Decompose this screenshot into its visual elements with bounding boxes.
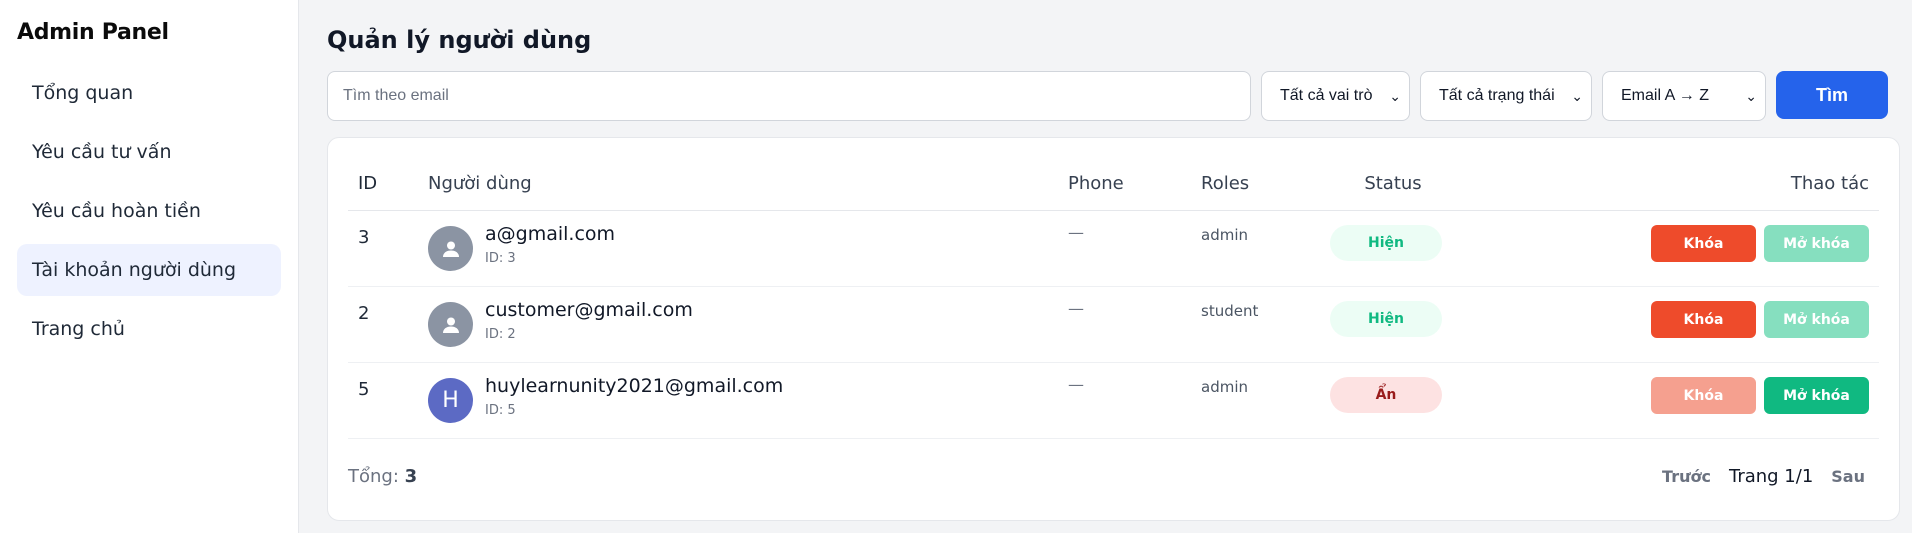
row-role: admin bbox=[1201, 226, 1248, 244]
user-id-sub: ID: 2 bbox=[485, 327, 516, 342]
lock-button[interactable]: Khóa bbox=[1651, 377, 1756, 414]
search-button[interactable]: Tìm bbox=[1776, 71, 1888, 119]
user-id-sub: ID: 3 bbox=[485, 251, 516, 266]
users-table-card: ID Người dùng Phone Roles Status Thao tá… bbox=[327, 137, 1900, 521]
sort-select-value: Email A → Z bbox=[1621, 87, 1710, 104]
row-phone: — bbox=[1068, 223, 1084, 242]
status-select[interactable]: Tất cả trạng thái ⌄ bbox=[1420, 71, 1592, 121]
chevron-down-icon: ⌄ bbox=[1745, 87, 1757, 104]
header-status: Status bbox=[1364, 172, 1422, 194]
row-status: Hiện bbox=[1330, 299, 1456, 337]
page-indicator: Trang 1/1 bbox=[1728, 466, 1814, 487]
table-row: 5 H huylearnunity2021@gmail.com ID: 5 — … bbox=[348, 363, 1879, 439]
row-phone: — bbox=[1068, 375, 1084, 394]
role-select-value: Tất cả vai trò bbox=[1280, 87, 1373, 104]
sidebar-item-home[interactable]: Trang chủ bbox=[17, 303, 281, 355]
table-row: 3 a@gmail.com ID: 3 — admin Hiện Khóa Mở… bbox=[348, 211, 1879, 287]
unlock-button[interactable]: Mở khóa bbox=[1764, 377, 1869, 414]
search-input[interactable] bbox=[327, 71, 1251, 121]
table-header: ID Người dùng Phone Roles Status Thao tá… bbox=[348, 156, 1879, 211]
next-page-button[interactable]: Sau bbox=[1825, 463, 1871, 490]
row-id: 3 bbox=[358, 227, 370, 248]
row-role: student bbox=[1201, 302, 1259, 320]
lock-button[interactable]: Khóa bbox=[1651, 301, 1756, 338]
role-select[interactable]: Tất cả vai trò ⌄ bbox=[1261, 71, 1410, 121]
header-user: Người dùng bbox=[428, 172, 532, 194]
chevron-down-icon: ⌄ bbox=[1571, 87, 1583, 104]
pagination: Trước Trang 1/1 Sau bbox=[1656, 463, 1871, 490]
avatar bbox=[428, 302, 473, 347]
sidebar-item-consult-requests[interactable]: Yêu cầu tư vấn bbox=[17, 126, 281, 178]
sidebar-nav: Tổng quan Yêu cầu tư vấn Yêu cầu hoàn ti… bbox=[17, 67, 281, 355]
status-badge: Ẩn bbox=[1330, 377, 1442, 413]
person-icon bbox=[442, 241, 459, 257]
total-label: Tổng: bbox=[348, 466, 399, 487]
row-status: Ẩn bbox=[1330, 375, 1456, 413]
table-footer: Tổng: 3 Trước Trang 1/1 Sau bbox=[348, 463, 1871, 490]
user-id-sub: ID: 5 bbox=[485, 403, 516, 418]
total-value: 3 bbox=[404, 466, 418, 487]
row-user: a@gmail.com ID: 3 bbox=[428, 223, 1068, 271]
sidebar-item-user-accounts[interactable]: Tài khoản người dùng bbox=[17, 244, 281, 296]
row-role: admin bbox=[1201, 378, 1248, 396]
main-content: Quản lý người dùng Tất cả vai trò ⌄ Tất … bbox=[299, 0, 1912, 533]
table-row: 2 customer@gmail.com ID: 2 — student Hiệ… bbox=[348, 287, 1879, 363]
header-phone: Phone bbox=[1068, 172, 1124, 194]
header-actions: Thao tác bbox=[1790, 172, 1869, 194]
unlock-button[interactable]: Mở khóa bbox=[1764, 225, 1869, 262]
page-title: Quản lý người dùng bbox=[327, 26, 592, 54]
status-badge: Hiện bbox=[1330, 301, 1442, 337]
row-actions: Khóa Mở khóa bbox=[1456, 375, 1869, 414]
user-email: huylearnunity2021@gmail.com bbox=[485, 375, 784, 397]
brand-title: Admin Panel bbox=[17, 20, 169, 45]
filter-bar: Tất cả vai trò ⌄ Tất cả trạng thái ⌄ Ema… bbox=[327, 71, 1900, 121]
row-user: customer@gmail.com ID: 2 bbox=[428, 299, 1068, 347]
unlock-button[interactable]: Mở khóa bbox=[1764, 301, 1869, 338]
sidebar-item-refund-requests[interactable]: Yêu cầu hoàn tiền bbox=[17, 185, 281, 237]
sort-select[interactable]: Email A → Z ⌄ bbox=[1602, 71, 1766, 121]
person-icon bbox=[442, 317, 459, 333]
user-email: a@gmail.com bbox=[485, 223, 616, 245]
prev-page-button[interactable]: Trước bbox=[1656, 463, 1717, 490]
avatar: H bbox=[428, 378, 473, 423]
lock-button[interactable]: Khóa bbox=[1651, 225, 1756, 262]
row-actions: Khóa Mở khóa bbox=[1456, 223, 1869, 262]
sidebar: Admin Panel Tổng quan Yêu cầu tư vấn Yêu… bbox=[0, 0, 299, 533]
status-select-value: Tất cả trạng thái bbox=[1439, 87, 1555, 104]
avatar bbox=[428, 226, 473, 271]
row-actions: Khóa Mở khóa bbox=[1456, 299, 1869, 338]
status-badge: Hiện bbox=[1330, 225, 1442, 261]
user-email: customer@gmail.com bbox=[485, 299, 693, 321]
chevron-down-icon: ⌄ bbox=[1389, 87, 1401, 104]
row-id: 5 bbox=[358, 379, 370, 400]
row-phone: — bbox=[1068, 299, 1084, 318]
total-count: Tổng: 3 bbox=[348, 466, 417, 487]
sidebar-item-overview[interactable]: Tổng quan bbox=[17, 67, 281, 119]
header-id: ID bbox=[358, 172, 378, 194]
row-id: 2 bbox=[358, 303, 370, 324]
row-status: Hiện bbox=[1330, 223, 1456, 261]
header-roles: Roles bbox=[1201, 172, 1250, 194]
row-user: H huylearnunity2021@gmail.com ID: 5 bbox=[428, 375, 1068, 423]
